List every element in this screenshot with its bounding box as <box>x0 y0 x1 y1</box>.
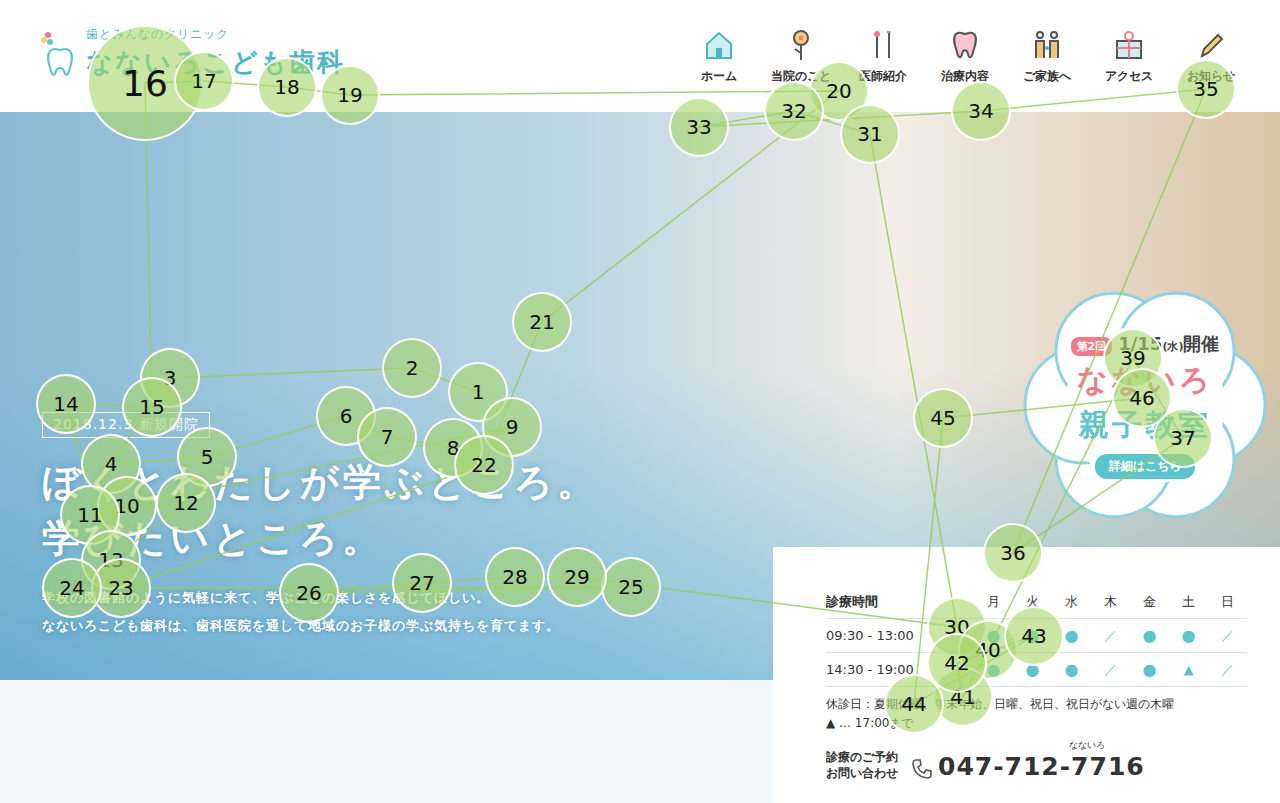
dental-tools-icon <box>866 28 900 62</box>
phone-ruby: なないろ <box>1069 739 1105 752</box>
gaze-fixation: 25 <box>601 557 661 617</box>
home-icon <box>702 28 736 62</box>
mark-cell: ／ <box>1208 619 1247 653</box>
gaze-fixation: 24 <box>42 558 102 618</box>
gaze-fixation: 18 <box>257 57 317 117</box>
gaze-fixation: 34 <box>951 81 1011 141</box>
gaze-fixation: 35 <box>1176 59 1236 119</box>
gaze-fixation: 45 <box>913 388 973 448</box>
mark-cell: ／ <box>1091 653 1130 687</box>
gaze-fixation: 27 <box>392 553 452 613</box>
nav: ホーム当院のこと医師紹介治療内容ご家族へアクセスお知らせ <box>678 0 1252 85</box>
family-icon <box>1030 28 1064 62</box>
gaze-fixation: 19 <box>320 65 380 125</box>
day-header: 木 <box>1091 585 1130 619</box>
gaze-fixation: 31 <box>840 104 900 164</box>
gaze-fixation: 46 <box>1112 368 1172 428</box>
nav-item[interactable]: ホーム <box>678 28 760 85</box>
phone-number: 047-712-7716 <box>938 752 1145 781</box>
mark-cell: ▲ <box>1169 653 1208 687</box>
mark-cell: ● <box>1130 653 1169 687</box>
gaze-fixation: 15 <box>122 377 182 437</box>
day-header: 金 <box>1130 585 1169 619</box>
gaze-fixation: 14 <box>36 374 96 434</box>
gaze-fixation: 28 <box>485 547 545 607</box>
gaze-fixation: 36 <box>983 523 1043 583</box>
gaze-fixation: 44 <box>884 674 944 734</box>
gaze-fixation: 26 <box>279 563 339 623</box>
day-header: 日 <box>1208 585 1247 619</box>
contact: 診療のご予約お問い合わせなないろ047-712-7716 <box>826 739 1228 781</box>
day-header: 水 <box>1052 585 1091 619</box>
gaze-fixation: 2 <box>382 338 442 398</box>
mark-cell: ● <box>1130 619 1169 653</box>
day-header: 土 <box>1169 585 1208 619</box>
mark-cell: ／ <box>1091 619 1130 653</box>
page: 歯とみんなのクリニックなないろこども歯科ホーム当院のこと医師紹介治療内容ご家族へ… <box>0 0 1280 803</box>
phone-link[interactable]: なないろ047-712-7716 <box>910 739 1145 781</box>
gaze-fixation: 32 <box>764 81 824 141</box>
gaze-fixation: 22 <box>454 435 514 495</box>
gaze-fixation: 29 <box>547 547 607 607</box>
contact-label: 診療のご予約お問い合わせ <box>826 749 898 781</box>
gaze-fixation: 17 <box>174 51 234 111</box>
gaze-fixation: 33 <box>669 97 729 157</box>
pencil-icon <box>1194 28 1228 62</box>
nav-item[interactable]: ご家族へ <box>1006 28 1088 85</box>
gaze-fixation: 21 <box>512 292 572 352</box>
flower-icon <box>784 28 818 62</box>
gaze-fixation: 7 <box>357 407 417 467</box>
phone-icon <box>910 757 934 781</box>
tooth-icon <box>948 28 982 62</box>
nav-item[interactable]: 治療内容 <box>924 28 1006 85</box>
gaze-fixation: 43 <box>1004 606 1064 666</box>
mark-cell: ● <box>1169 619 1208 653</box>
schedule-card: 診療時間月火水木金土日09:30 - 13:00●●●／●●／14:30 - 1… <box>773 547 1280 803</box>
mark-cell: ／ <box>1208 653 1247 687</box>
mark-cell: ● <box>1052 653 1091 687</box>
tooth-logo-icon <box>40 29 80 77</box>
gift-icon <box>1112 28 1146 62</box>
gaze-fixation: 12 <box>156 473 216 533</box>
gaze-path <box>0 0 1280 803</box>
nav-item[interactable]: アクセス <box>1088 28 1170 85</box>
